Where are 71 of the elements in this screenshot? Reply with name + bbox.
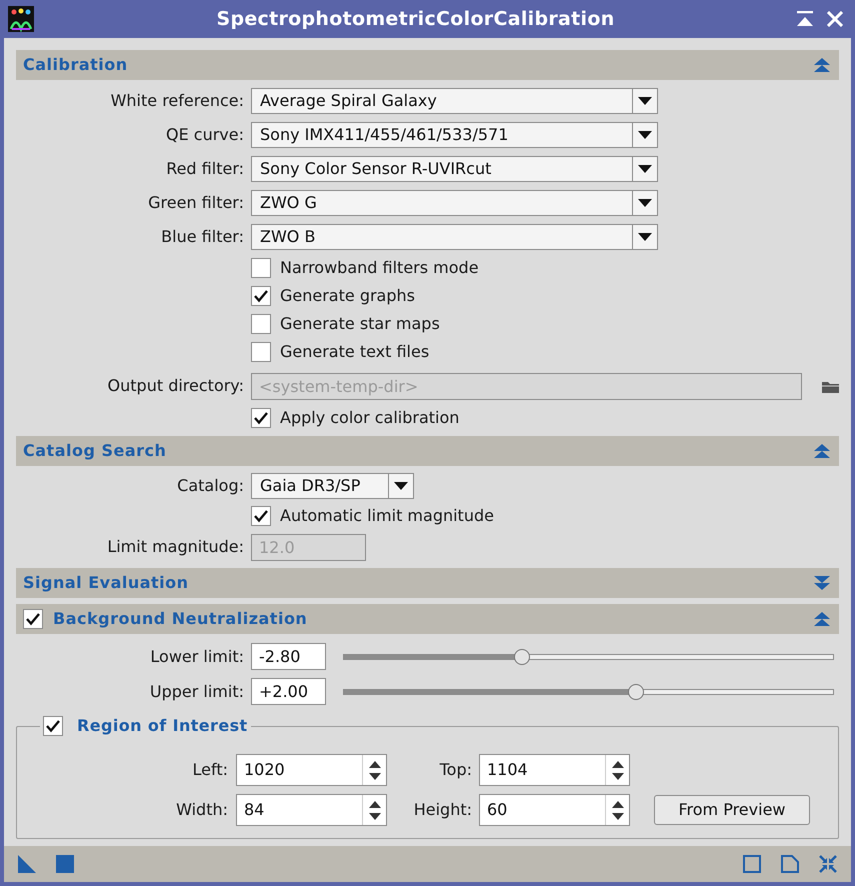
dropdown[interactable]: Sony IMX411/455/461/533/571 bbox=[251, 122, 658, 148]
checkbox-label: Apply color calibration bbox=[280, 407, 460, 429]
spin-box[interactable]: 60 bbox=[479, 794, 630, 826]
spin-down-icon[interactable] bbox=[368, 812, 380, 820]
compress-icon[interactable] bbox=[819, 855, 837, 873]
checkbox-label: Generate text files bbox=[280, 341, 430, 363]
field-label: Limit magnitude: bbox=[107, 536, 244, 558]
dropdown[interactable]: ZWO B bbox=[251, 224, 658, 250]
dropdown-arrow-icon bbox=[394, 482, 408, 490]
dropdown[interactable]: Average Spiral Galaxy bbox=[251, 88, 658, 114]
spin-up-icon[interactable] bbox=[612, 760, 624, 768]
field-label: Output directory: bbox=[108, 375, 244, 397]
checkbox-label: Generate graphs bbox=[280, 285, 415, 307]
spin-up-icon[interactable] bbox=[368, 760, 380, 768]
field-label: Width: bbox=[176, 799, 228, 821]
input-field[interactable]: -2.80 bbox=[251, 643, 326, 670]
field-label: White reference: bbox=[110, 90, 244, 112]
checkbox[interactable] bbox=[251, 408, 271, 428]
app-logo-icon bbox=[8, 6, 34, 32]
field-label: QE curve: bbox=[166, 124, 244, 146]
checkbox[interactable] bbox=[251, 258, 271, 278]
checkbox[interactable] bbox=[251, 506, 271, 526]
collapse-icon[interactable] bbox=[813, 611, 831, 627]
square-outline-icon[interactable] bbox=[743, 855, 761, 873]
dropdown-arrow-icon bbox=[638, 131, 652, 139]
triangle-icon[interactable] bbox=[18, 855, 36, 873]
checkbox[interactable] bbox=[251, 286, 271, 306]
field-label: Upper limit: bbox=[150, 680, 244, 702]
expand-icon[interactable] bbox=[813, 575, 831, 591]
collapse-icon[interactable] bbox=[813, 443, 831, 459]
dropdown[interactable]: Sony Color Sensor R-UVIRcut bbox=[251, 156, 658, 182]
spin-box[interactable]: 1020 bbox=[236, 754, 387, 786]
collapse-icon[interactable] bbox=[813, 57, 831, 73]
document-icon[interactable] bbox=[781, 855, 799, 873]
checkbox[interactable] bbox=[251, 342, 271, 362]
dropdown[interactable]: Gaia DR3/SP bbox=[251, 473, 414, 499]
dropdown-arrow-icon bbox=[638, 97, 652, 105]
close-icon[interactable] bbox=[827, 11, 843, 27]
field-label: Left: bbox=[192, 759, 228, 781]
checkbox-label: Generate star maps bbox=[280, 313, 440, 335]
checkbox[interactable] bbox=[23, 609, 43, 629]
spin-box[interactable]: 84 bbox=[236, 794, 387, 826]
group-title: Region of Interest bbox=[77, 715, 248, 737]
spin-down-icon[interactable] bbox=[612, 772, 624, 780]
checkbox[interactable] bbox=[43, 716, 63, 736]
field-label: Lower limit: bbox=[150, 646, 244, 668]
checkbox[interactable] bbox=[251, 314, 271, 334]
spin-box[interactable]: 1104 bbox=[479, 754, 630, 786]
field-label: Height: bbox=[414, 799, 472, 821]
field-label: Green filter: bbox=[148, 192, 244, 214]
shade-icon[interactable] bbox=[797, 11, 813, 27]
slider-thumb[interactable] bbox=[514, 648, 530, 664]
field-label: Blue filter: bbox=[161, 226, 244, 248]
spin-down-icon[interactable] bbox=[368, 772, 380, 780]
spin-down-icon[interactable] bbox=[612, 812, 624, 820]
dropdown-arrow-icon bbox=[638, 165, 652, 173]
spin-up-icon[interactable] bbox=[368, 800, 380, 808]
dropdown[interactable]: ZWO G bbox=[251, 190, 658, 216]
dropdown-arrow-icon bbox=[638, 233, 652, 241]
folder-icon[interactable] bbox=[822, 379, 839, 393]
checkbox-label: Automatic limit magnitude bbox=[280, 505, 494, 527]
from-preview-button[interactable]: From Preview bbox=[654, 795, 810, 825]
field-label: Catalog: bbox=[177, 475, 244, 497]
spin-up-icon[interactable] bbox=[612, 800, 624, 808]
field-label: Red filter: bbox=[166, 158, 244, 180]
checkbox-label: Narrowband filters mode bbox=[280, 257, 479, 279]
field-label: Top: bbox=[440, 759, 472, 781]
slider-thumb[interactable] bbox=[628, 684, 644, 700]
window-title: SpectrophotometricColorCalibration bbox=[216, 6, 615, 32]
dropdown-arrow-icon bbox=[638, 199, 652, 207]
input-field[interactable]: +2.00 bbox=[251, 678, 326, 705]
